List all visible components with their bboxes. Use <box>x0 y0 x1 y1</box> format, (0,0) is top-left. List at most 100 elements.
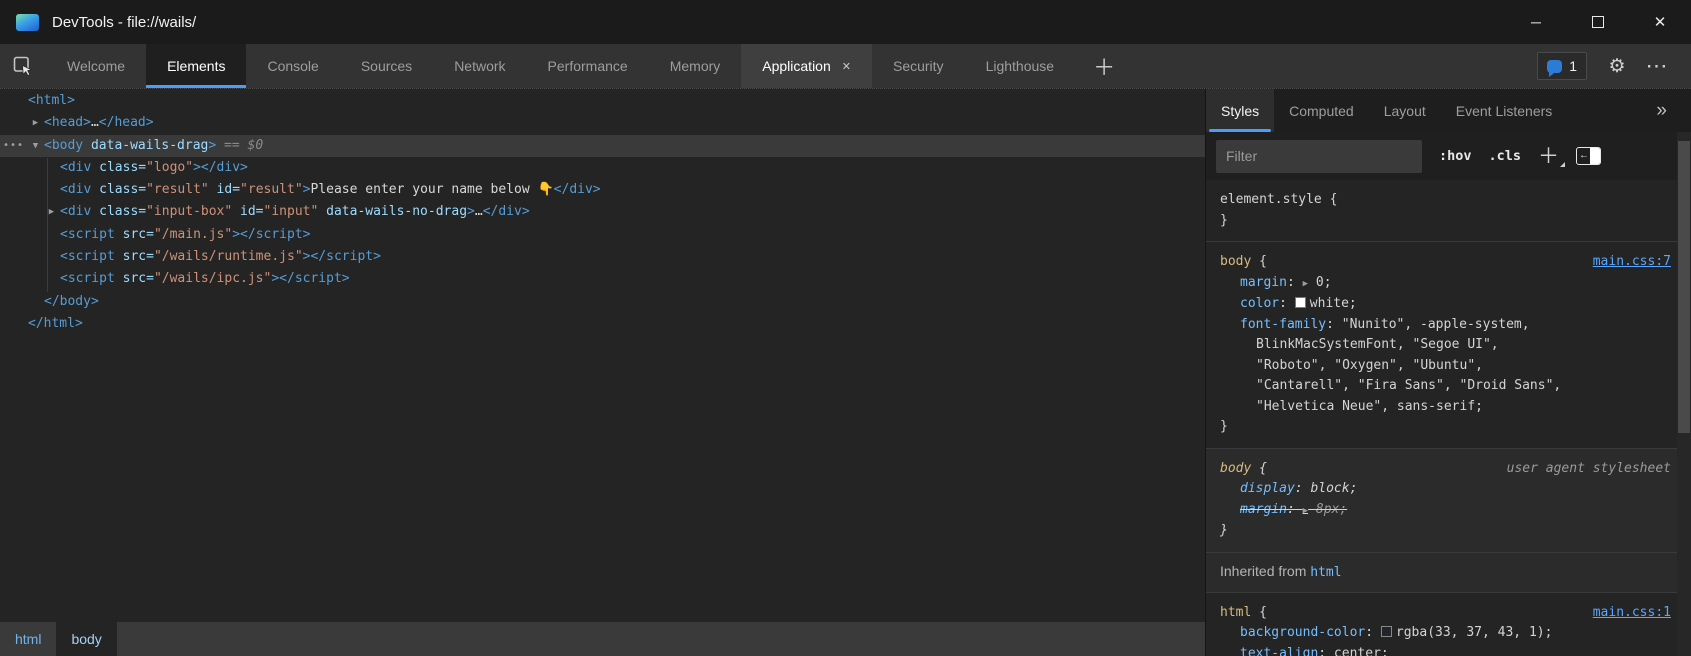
window-titlebar: DevTools - file://wails/ ─ ✕ <box>0 0 1691 44</box>
tab-sources[interactable]: Sources <box>340 44 433 88</box>
breadcrumb-body[interactable]: body <box>56 622 116 656</box>
style-line[interactable]: } <box>1206 211 1691 232</box>
tabbar-right-controls: 1 ⚙ ⋯ <box>1537 44 1691 88</box>
breadcrumb-html[interactable]: html <box>0 622 56 656</box>
ua-stylesheet-note: user agent stylesheet <box>1507 459 1671 480</box>
close-button[interactable]: ✕ <box>1629 0 1691 44</box>
customize-menu-button[interactable]: ⋯ <box>1637 53 1677 79</box>
tab-welcome[interactable]: Welcome <box>46 44 146 88</box>
element-classes-button[interactable]: .cls <box>1489 148 1522 164</box>
sidebar-tab-event-listeners[interactable]: Event Listeners <box>1441 89 1568 132</box>
dom-row[interactable]: •••▼<body data-wails-drag> == $0 <box>0 135 1205 157</box>
style-rule-section: user agent stylesheetbody {display: bloc… <box>1206 449 1691 553</box>
sidebar-tab-label: Styles <box>1221 103 1259 119</box>
inspect-cursor-icon <box>13 56 34 77</box>
sidebar-tab-computed[interactable]: Computed <box>1274 89 1369 132</box>
sidebar-tab-label: Computed <box>1289 103 1354 119</box>
dom-row[interactable]: <script src="/wails/runtime.js"></script… <box>0 246 1205 268</box>
styles-scrollbar[interactable] <box>1677 132 1691 656</box>
toggle-computed-sidebar-button[interactable]: ← <box>1576 147 1601 165</box>
sidebar-tab-styles[interactable]: Styles <box>1206 89 1274 132</box>
sidebar-tabs: Styles Computed Layout Event Listeners <box>1206 89 1567 132</box>
stylesheet-link[interactable]: main.css:1 <box>1593 603 1671 624</box>
tab-console[interactable]: Console <box>246 44 339 88</box>
style-line[interactable]: main.css:1html { <box>1206 603 1691 624</box>
sidebar-overflow-button[interactable]: » <box>1656 89 1667 132</box>
inspect-element-button[interactable] <box>0 44 46 88</box>
sidebar-tab-label: Event Listeners <box>1456 103 1553 119</box>
devtools-main: <html>▶<head>…</head>•••▼<body data-wail… <box>0 88 1691 656</box>
tab-label: Application <box>762 58 831 74</box>
dom-row[interactable]: <script src="/wails/ipc.js"></script> <box>0 268 1205 290</box>
style-line[interactable]: } <box>1206 417 1691 438</box>
inherited-from-header: Inherited from html <box>1206 553 1691 593</box>
tab-label: Lighthouse <box>986 58 1055 74</box>
style-rule-section: main.css:1html {background-color: rgba(3… <box>1206 593 1691 656</box>
style-line[interactable]: font-family: "Nunito", -apple-system, <box>1206 315 1691 336</box>
sidebar-tab-layout[interactable]: Layout <box>1369 89 1441 132</box>
tab-memory[interactable]: Memory <box>649 44 742 88</box>
style-line[interactable]: background-color: rgba(33, 37, 43, 1); <box>1206 623 1691 644</box>
style-line[interactable]: } <box>1206 521 1691 542</box>
plus-icon: ＋ <box>1093 50 1115 82</box>
tab-elements[interactable]: Elements <box>146 44 246 88</box>
style-line[interactable]: margin: ▶ 8px; <box>1206 500 1691 522</box>
chevron-double-right-icon: » <box>1656 100 1667 122</box>
collapsed-arrow-icon[interactable]: ▶ <box>45 201 58 223</box>
tab-label: Sources <box>361 58 412 74</box>
style-line[interactable]: "Helvetica Neue", sans-serif; <box>1206 397 1691 418</box>
dom-row[interactable]: </body> <box>0 291 1205 313</box>
tab-network[interactable]: Network <box>433 44 526 88</box>
close-icon: ✕ <box>1654 13 1667 31</box>
scrollbar-thumb[interactable] <box>1678 141 1690 433</box>
style-line[interactable]: "Roboto", "Oxygen", "Ubuntu", <box>1206 356 1691 377</box>
style-rule-section: element.style {} <box>1206 180 1691 242</box>
style-rules-list: element.style {}main.css:7body {margin: … <box>1206 180 1691 656</box>
new-style-rule-button[interactable]: ＋ <box>1538 146 1559 167</box>
style-line[interactable]: margin: ▶ 0; <box>1206 273 1691 295</box>
style-rule-section: main.css:7body {margin: ▶ 0;color: white… <box>1206 242 1691 449</box>
style-line[interactable]: text-align: center; <box>1206 644 1691 656</box>
tab-label: Network <box>454 58 505 74</box>
breadcrumb: htmlbody <box>0 622 1205 656</box>
style-line[interactable]: color: white; <box>1206 294 1691 315</box>
dom-row[interactable]: <html> <box>0 90 1205 112</box>
maximize-button[interactable] <box>1567 0 1629 44</box>
tab-label: Elements <box>167 58 225 74</box>
panel-fill-icon <box>1590 148 1600 164</box>
dom-row[interactable]: <script src="/main.js"></script> <box>0 224 1205 246</box>
dom-row[interactable]: </html> <box>0 313 1205 335</box>
style-line[interactable]: user agent stylesheetbody { <box>1206 459 1691 480</box>
plus-icon: ＋ <box>1538 145 1559 168</box>
dom-row[interactable]: ▶<div class="input-box" id="input" data-… <box>0 201 1205 223</box>
window-title: DevTools - file://wails/ <box>52 14 196 31</box>
stylesheet-link[interactable]: main.css:7 <box>1593 252 1671 273</box>
inherited-element-link[interactable]: html <box>1310 565 1341 580</box>
color-swatch[interactable] <box>1381 626 1392 637</box>
more-tabs-button[interactable]: ＋ <box>1075 44 1133 88</box>
sidebar-tabbar: Styles Computed Layout Event Listeners » <box>1206 89 1691 132</box>
dom-row[interactable]: <div class="result" id="result">Please e… <box>0 179 1205 201</box>
dom-row[interactable]: <div class="logo"></div> <box>0 157 1205 179</box>
style-line[interactable]: element.style { <box>1206 190 1691 211</box>
settings-button[interactable]: ⚙ <box>1597 55 1637 78</box>
expanded-arrow-icon[interactable]: ▼ <box>29 135 42 157</box>
tab-label: Console <box>267 58 318 74</box>
issues-counter-button[interactable]: 1 <box>1537 52 1587 80</box>
tab-application[interactable]: Application ✕ <box>741 44 872 88</box>
tab-lighthouse[interactable]: Lighthouse <box>965 44 1076 88</box>
style-line[interactable]: "Cantarell", "Fira Sans", "Droid Sans", <box>1206 376 1691 397</box>
style-line[interactable]: main.css:7body { <box>1206 252 1691 273</box>
close-tab-icon[interactable]: ✕ <box>842 60 851 73</box>
style-line[interactable]: display: block; <box>1206 479 1691 500</box>
styles-filter-input[interactable] <box>1216 140 1422 173</box>
color-swatch[interactable] <box>1295 297 1306 308</box>
tab-performance[interactable]: Performance <box>527 44 649 88</box>
tab-security[interactable]: Security <box>872 44 965 88</box>
toggle-element-state-button[interactable]: :hov <box>1439 148 1472 164</box>
collapsed-arrow-icon[interactable]: ▶ <box>29 112 42 134</box>
style-line[interactable]: BlinkMacSystemFont, "Segoe UI", <box>1206 335 1691 356</box>
minimize-icon: ─ <box>1531 14 1541 30</box>
minimize-button[interactable]: ─ <box>1505 0 1567 44</box>
dom-row[interactable]: ▶<head>…</head> <box>0 112 1205 134</box>
